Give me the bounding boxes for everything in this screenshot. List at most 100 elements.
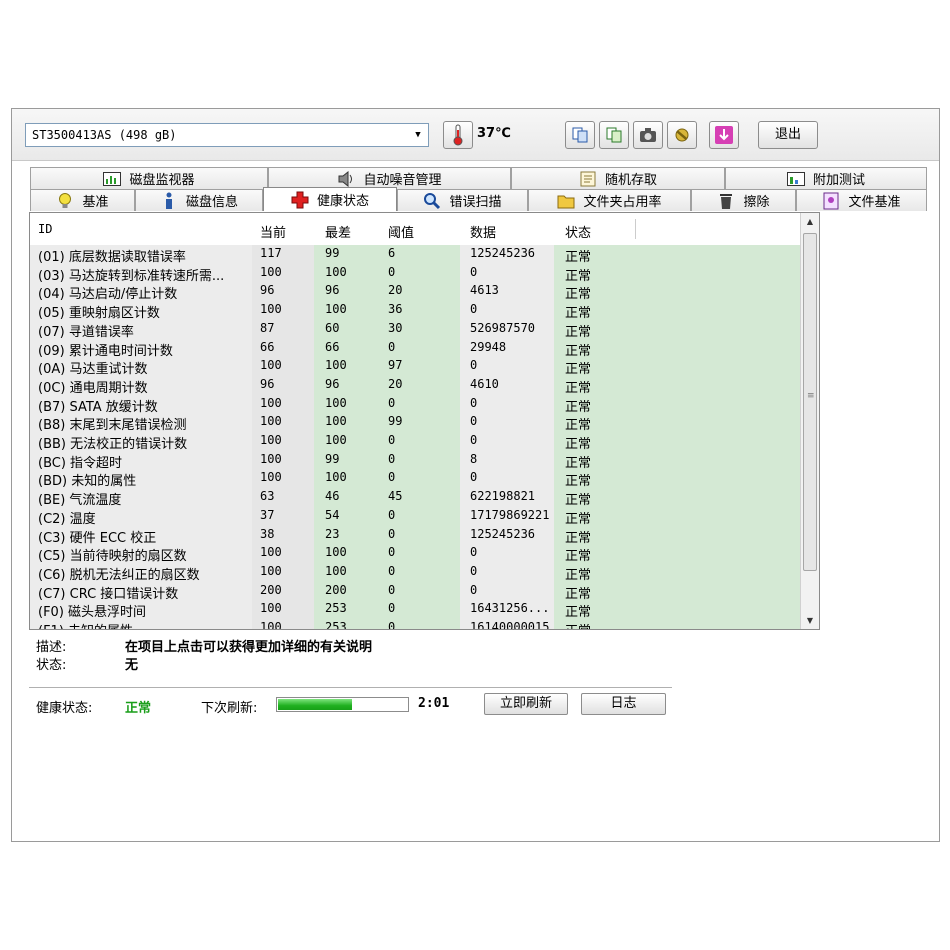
graph-icon [786, 171, 805, 187]
tab-row-bottom: 基准 磁盘信息 健康状态 错误扫描 文件夹占用率 擦除 文件基准 [30, 187, 927, 211]
header-worst[interactable]: 最差 [325, 222, 351, 241]
tab-extra-tests[interactable]: 附加测试 [725, 167, 927, 189]
cell-threshold: 30 [388, 320, 403, 335]
cell-status: 正常 [565, 437, 592, 452]
cell-data: 0 [470, 358, 478, 373]
cell-worst: 100 [325, 433, 347, 447]
cell-worst: 100 [325, 302, 347, 317]
copy-icon [572, 127, 588, 143]
table-row[interactable]: (09) 累计通电时间计数 66 66 0 29948 正常 [30, 339, 800, 359]
table-row[interactable]: (05) 重映射扇区计数 100 100 36 0 正常 [30, 301, 800, 321]
cell-attribute: (F1) 未知的属性 [38, 620, 133, 629]
scroll-up-icon[interactable]: ▲ [801, 213, 819, 230]
header-status[interactable]: 状态 [565, 222, 591, 241]
cell-status: 正常 [565, 287, 592, 303]
cell-data: 17179869221 [470, 507, 550, 522]
cell-worst: 200 [325, 582, 347, 597]
cell-current: 100 [260, 620, 282, 630]
table-row[interactable]: (04) 马达启动/停止计数 96 96 20 4613 正常 [30, 282, 800, 303]
cell-status: 正常 [565, 605, 592, 621]
table-row[interactable]: (C3) 硬件 ECC 校正 38 23 0 125245236 正常 [30, 526, 800, 546]
table-row[interactable]: (B8) 末尾到末尾错误检测 100 100 99 0 正常 [30, 413, 800, 434]
cell-attribute: (0C) 通电周期计数 [38, 380, 148, 396]
cell-threshold: 20 [388, 283, 403, 298]
cell-attribute: (B8) 末尾到末尾错误检测 [38, 418, 187, 434]
download-icon [715, 126, 733, 144]
cell-attribute: (03) 马达旋转到标准转速所需... [38, 268, 225, 284]
scroll-thumb[interactable]: ≡ [803, 233, 817, 571]
log-button[interactable]: 日志 [581, 693, 666, 715]
table-row[interactable]: (C2) 温度 37 54 0 17179869221 正常 [30, 507, 800, 527]
cell-status: 正常 [565, 549, 592, 565]
tab-folder-usage[interactable]: 文件夹占用率 [528, 189, 691, 211]
tab-benchmark[interactable]: 基准 [30, 189, 135, 211]
cell-status: 正常 [565, 362, 592, 378]
app-window: ST3500413AS (498 gB) ▼ 37℃ 退出 磁盘监视器 自动噪音… [11, 108, 940, 842]
tab-file-benchmark[interactable]: 文件基准 [796, 189, 927, 211]
cell-worst: 23 [325, 526, 340, 541]
table-row[interactable]: (C7) CRC 接口错误计数 200 200 0 0 正常 [30, 582, 800, 602]
cell-threshold: 0 [388, 507, 396, 522]
table-scrollbar[interactable]: ▲ ≡ ▼ [800, 213, 819, 629]
table-row[interactable]: (F0) 磁头悬浮时间 100 253 0 16431256... 正常 [30, 600, 800, 621]
cell-data: 526987570 [470, 320, 536, 335]
table-row[interactable]: (C5) 当前待映射的扇区数 100 100 0 0 正常 [30, 544, 800, 565]
table-row[interactable]: (0C) 通电周期计数 96 96 20 4610 正常 [30, 376, 800, 396]
table-row[interactable]: (0A) 马达重试计数 100 100 97 0 正常 [30, 357, 800, 378]
cell-worst: 99 [325, 451, 340, 466]
table-row[interactable]: (03) 马达旋转到标准转速所需... 100 100 0 0 正常 [30, 264, 800, 284]
table-row[interactable]: (07) 寻道错误率 87 60 30 526987570 正常 [30, 320, 800, 340]
table-row[interactable]: (F1) 未知的属性 100 253 0 16140000015 正常 [30, 619, 800, 630]
save-button[interactable] [709, 121, 739, 149]
tab-noise-management[interactable]: 自动噪音管理 [268, 167, 511, 189]
header-current[interactable]: 当前 [260, 222, 286, 241]
cell-attribute: (C3) 硬件 ECC 校正 [38, 530, 157, 546]
tab-random-access[interactable]: 随机存取 [511, 167, 725, 189]
table-row[interactable]: (B7) SATA 放缓计数 100 100 0 0 正常 [30, 395, 800, 415]
tab-erase[interactable]: 擦除 [691, 189, 796, 211]
table-row[interactable]: (BD) 未知的属性 100 100 0 0 正常 [30, 469, 800, 489]
tab-error-scan[interactable]: 错误扫描 [397, 189, 528, 211]
table-row[interactable]: (C6) 脱机无法纠正的扇区数 100 100 0 0 正常 [30, 563, 800, 583]
options-button[interactable] [667, 121, 697, 149]
cell-worst: 253 [325, 620, 347, 630]
tab-label: 错误扫描 [449, 195, 502, 210]
refresh-now-button[interactable]: 立即刷新 [484, 693, 568, 715]
scroll-down-icon[interactable]: ▼ [801, 612, 819, 629]
camera-icon [640, 128, 656, 142]
tab-label: 基准 [82, 195, 109, 210]
cell-current: 200 [260, 582, 282, 597]
paste-icon [606, 127, 622, 143]
cell-data: 0 [470, 395, 478, 410]
cell-threshold: 0 [388, 395, 396, 410]
table-row[interactable]: (BE) 气流温度 63 46 45 622198821 正常 [30, 488, 800, 508]
cell-status: 正常 [565, 418, 592, 434]
exit-button[interactable]: 退出 [758, 121, 818, 149]
screenshot-button[interactable] [633, 121, 663, 149]
table-row[interactable]: (BB) 无法校正的错误计数 100 100 0 0 正常 [30, 432, 800, 452]
file-benchmark-icon [822, 192, 840, 209]
header-data[interactable]: 数据 [470, 222, 496, 241]
table-row[interactable]: (BC) 指令超时 100 99 0 8 正常 [30, 451, 800, 471]
divider [29, 687, 672, 688]
table-row[interactable]: (01) 底层数据读取错误率 117 99 6 125245236 正常 [30, 245, 800, 265]
tab-disk-info[interactable]: 磁盘信息 [135, 189, 263, 211]
copy-button[interactable] [565, 121, 595, 149]
cell-current: 100 [260, 433, 282, 447]
cell-data: 0 [470, 563, 478, 578]
document-icon [579, 171, 597, 187]
tab-disk-monitor[interactable]: 磁盘监视器 [30, 167, 268, 189]
description-value: 在项目上点击可以获得更加详细的有关说明 [125, 640, 373, 655]
thermometer-button[interactable] [443, 121, 473, 149]
header-threshold[interactable]: 阈值 [388, 222, 414, 241]
tab-label: 擦除 [743, 195, 770, 210]
cell-threshold: 0 [388, 620, 396, 630]
paste-button[interactable] [599, 121, 629, 149]
tab-health-status[interactable]: 健康状态 [263, 187, 397, 211]
drive-select[interactable]: ST3500413AS (498 gB) ▼ [25, 123, 429, 147]
cell-data: 0 [470, 545, 478, 560]
cell-data: 0 [470, 414, 478, 429]
header-id[interactable]: ID [38, 222, 52, 236]
chevron-down-icon[interactable]: ▼ [410, 126, 426, 144]
cell-threshold: 0 [388, 470, 396, 485]
